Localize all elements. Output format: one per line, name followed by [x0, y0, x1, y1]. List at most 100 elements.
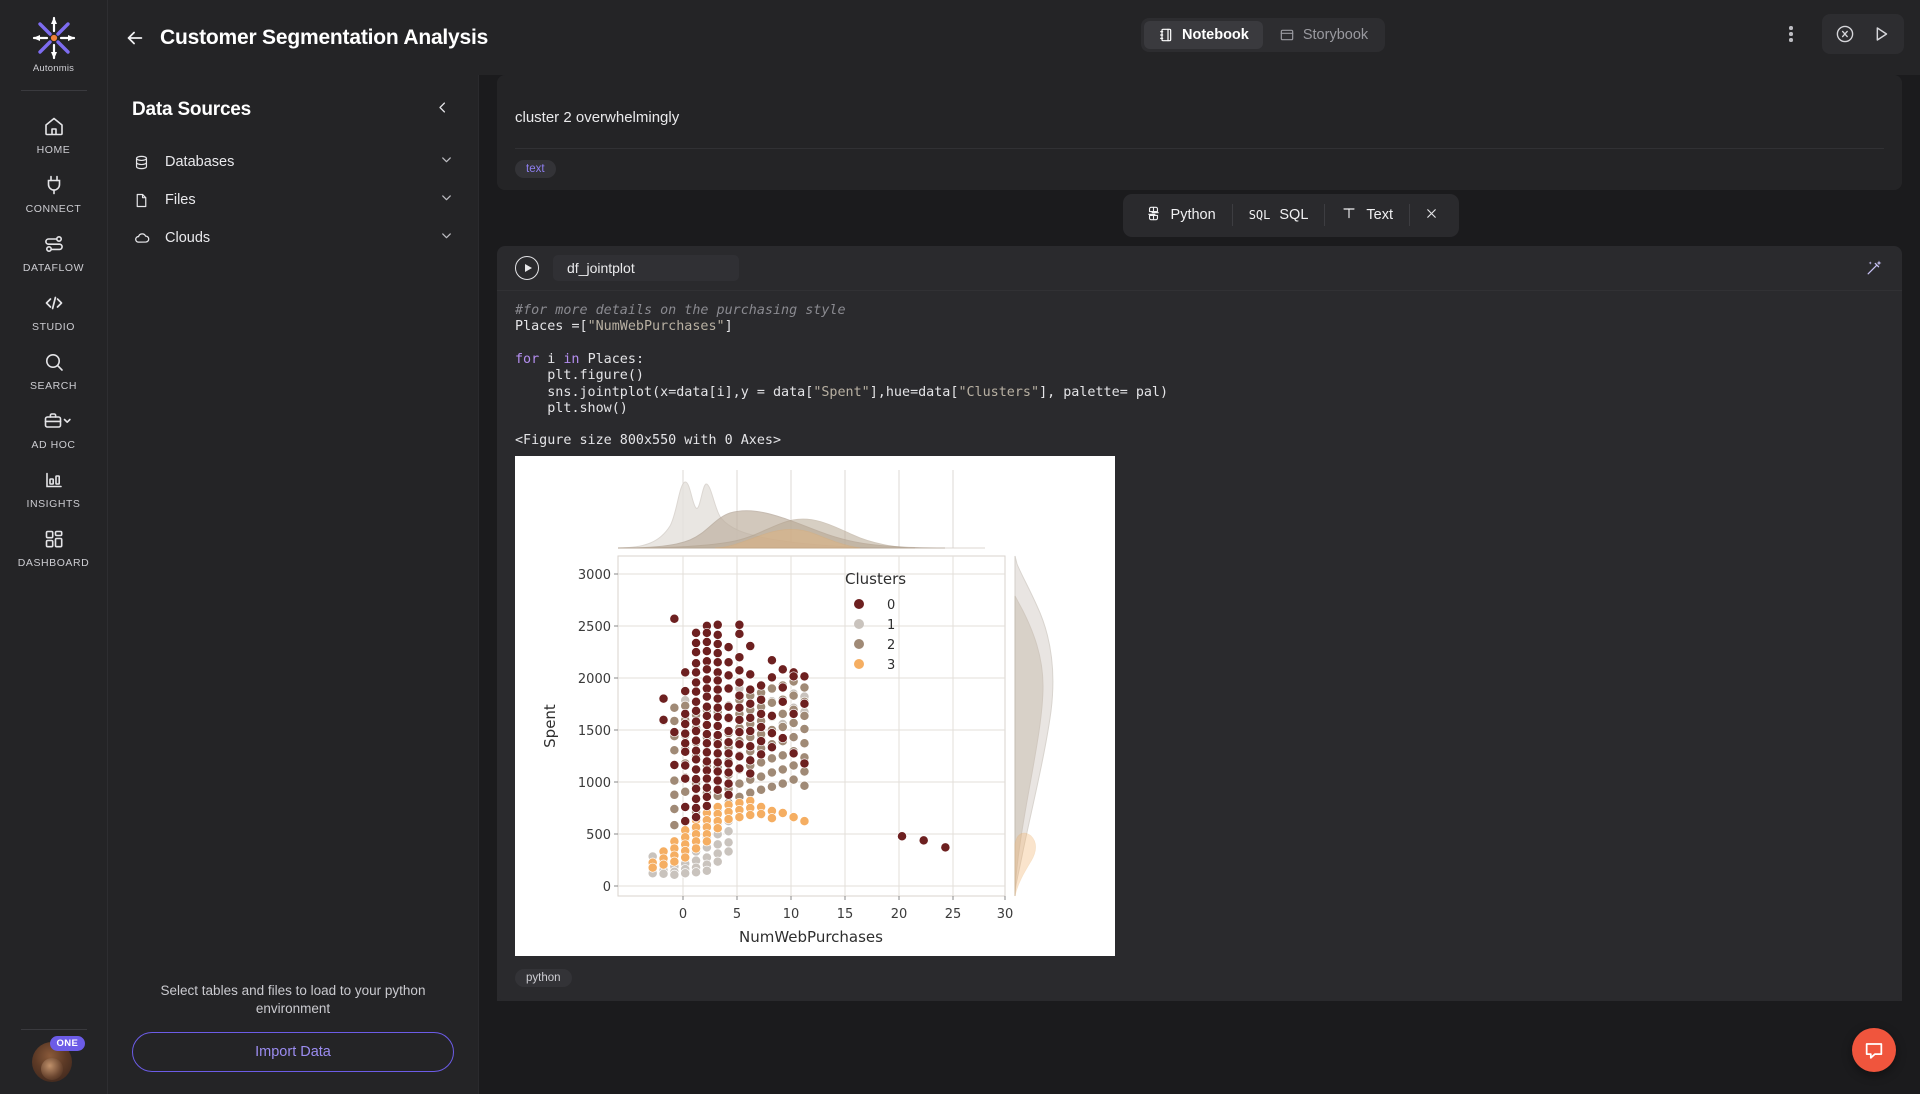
svg-text:0: 0	[603, 880, 611, 895]
insert-python-button[interactable]: Python	[1129, 198, 1232, 233]
tab-storybook[interactable]: Storybook	[1265, 21, 1382, 49]
scatter-point	[680, 709, 691, 720]
scatter-point	[701, 756, 712, 767]
scatter-point	[712, 823, 723, 834]
scatter-point	[712, 694, 723, 704]
ai-sparkle-icon[interactable]	[1864, 258, 1884, 283]
scatter-point	[712, 639, 723, 650]
data-source-clouds[interactable]: Clouds	[108, 219, 478, 257]
scatter-point	[777, 697, 788, 708]
kebab-menu-icon[interactable]	[1774, 17, 1808, 51]
chevron-down-icon[interactable]	[439, 152, 454, 172]
scatter-point	[669, 614, 680, 625]
cloud-icon	[132, 229, 151, 248]
scatter-point	[701, 628, 712, 639]
scatter-point	[734, 751, 745, 762]
scatter-point	[723, 683, 734, 694]
variables-icon[interactable]	[1828, 18, 1862, 50]
scatter-point	[680, 787, 691, 798]
grid-icon	[42, 527, 66, 551]
scatter-point	[766, 711, 777, 722]
sidebar-item-ad-hoc[interactable]: AD HOC	[0, 400, 107, 459]
scatter-point	[680, 868, 691, 879]
scatter-point	[691, 803, 701, 814]
data-source-databases[interactable]: Databases	[108, 143, 478, 181]
scatter-point	[658, 694, 669, 704]
scatter-point	[723, 642, 734, 653]
scatter-point	[777, 682, 788, 693]
sidebar-item-studio[interactable]: STUDIO	[0, 282, 107, 341]
chevron-down-icon[interactable]	[439, 190, 454, 210]
scatter-point	[691, 716, 701, 727]
scatter-point	[669, 776, 680, 786]
scatter-point	[723, 846, 734, 857]
scatter-point	[745, 741, 756, 752]
data-source-label: Databases	[165, 154, 235, 170]
scatter-point	[712, 739, 723, 750]
scatter-point	[669, 745, 680, 756]
tab-notebook[interactable]: Notebook	[1144, 21, 1263, 49]
code-cell[interactable]: df_jointplot #for more details on the pu…	[497, 245, 1902, 1002]
scatter-point	[691, 774, 701, 785]
scatter-point	[723, 814, 734, 825]
scatter-point	[788, 812, 799, 823]
scatter-point	[777, 733, 788, 744]
markdown-cell[interactable]: cluster 2 overwhelmingly text	[497, 75, 1902, 190]
home-icon	[42, 114, 66, 138]
chevron-down-icon[interactable]	[439, 228, 454, 248]
app-logo[interactable]: Autonmis	[30, 14, 78, 84]
sidebar-item-label: SEARCH	[29, 380, 78, 392]
import-data-button[interactable]: Import Data	[132, 1032, 454, 1072]
sidebar-item-insights[interactable]: INSIGHTS	[0, 459, 107, 518]
scatter-point	[701, 711, 712, 722]
cell-name-input[interactable]: df_jointplot	[553, 254, 739, 281]
scatter-point	[756, 695, 767, 705]
markdown-content: cluster 2 overwhelmingly	[497, 75, 1902, 149]
scatter-point	[701, 783, 712, 794]
help-chat-button[interactable]	[1852, 1028, 1896, 1072]
scatter-point	[691, 746, 701, 757]
svg-text:25: 25	[945, 907, 962, 922]
tab-storybook-label: Storybook	[1302, 27, 1369, 43]
insert-sql-label: SQL	[1279, 207, 1309, 223]
sidebar-item-search[interactable]: SEARCH	[0, 341, 107, 400]
cell-type-tag: python	[515, 969, 572, 988]
tab-notebook-label: Notebook	[1182, 27, 1249, 43]
sidebar-item-label: DATAFLOW	[22, 262, 85, 274]
chevron-left-icon[interactable]	[431, 97, 454, 123]
data-source-files[interactable]: Files	[108, 181, 478, 219]
sidebar-item-label: INSIGHTS	[26, 498, 81, 510]
scatter-point	[691, 628, 701, 639]
top-bar-actions	[1774, 14, 1904, 54]
sidebar-item-connect[interactable]: CONNECT	[0, 164, 107, 223]
notebook-scroll-area[interactable]: cluster 2 overwhelmingly text Python SQL…	[479, 75, 1920, 1094]
scatter-point	[712, 620, 723, 631]
scatter-point	[669, 760, 680, 771]
scatter-point	[701, 664, 712, 675]
scatter-point	[691, 812, 701, 823]
briefcase-icon	[42, 409, 71, 433]
scatter-point	[680, 802, 691, 813]
back-arrow-icon[interactable]	[120, 23, 150, 53]
scatter-point	[734, 739, 745, 750]
sidebar-item-dataflow[interactable]: DATAFLOW	[0, 223, 107, 282]
scatter-point	[766, 683, 777, 694]
scatter-point	[680, 760, 691, 771]
scatter-point	[723, 837, 734, 848]
sidebar-item-dashboard[interactable]: DASHBOARD	[0, 518, 107, 577]
svg-text:5: 5	[733, 907, 741, 922]
insert-text-label: Text	[1366, 207, 1393, 223]
insert-sql-button[interactable]: SQL SQL	[1233, 200, 1325, 230]
scatter-point	[745, 641, 756, 652]
run-all-icon[interactable]	[1864, 18, 1898, 50]
close-icon[interactable]	[1410, 199, 1453, 231]
scatter-point	[756, 709, 767, 720]
scatter-point	[777, 722, 788, 733]
insert-text-button[interactable]: Text	[1325, 198, 1409, 232]
sidebar-item-home[interactable]: HOME	[0, 105, 107, 164]
run-cell-icon[interactable]	[515, 255, 539, 280]
avatar[interactable]: ONE	[31, 1036, 86, 1086]
scatter-point	[691, 677, 701, 688]
code-editor[interactable]: #for more details on the purchasing styl…	[497, 290, 1902, 424]
cell-type-tag: text	[515, 159, 556, 178]
